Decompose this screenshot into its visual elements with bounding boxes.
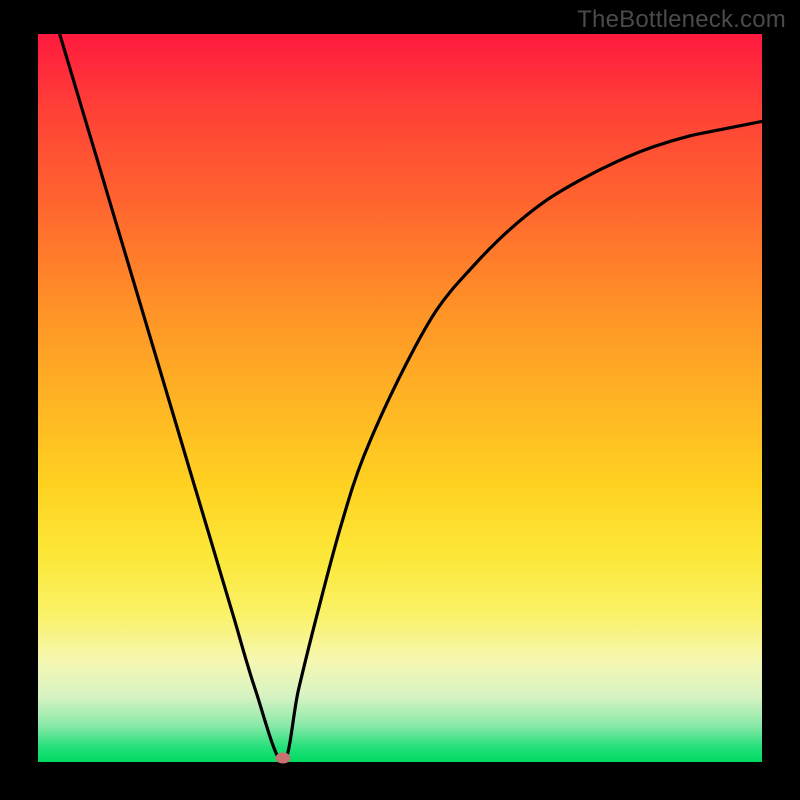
bottleneck-curve-path (60, 34, 762, 762)
minimum-marker (275, 752, 290, 763)
watermark-text: TheBottleneck.com (577, 6, 786, 34)
chart-frame: TheBottleneck.com (0, 0, 800, 800)
bottleneck-curve-svg (38, 34, 762, 762)
